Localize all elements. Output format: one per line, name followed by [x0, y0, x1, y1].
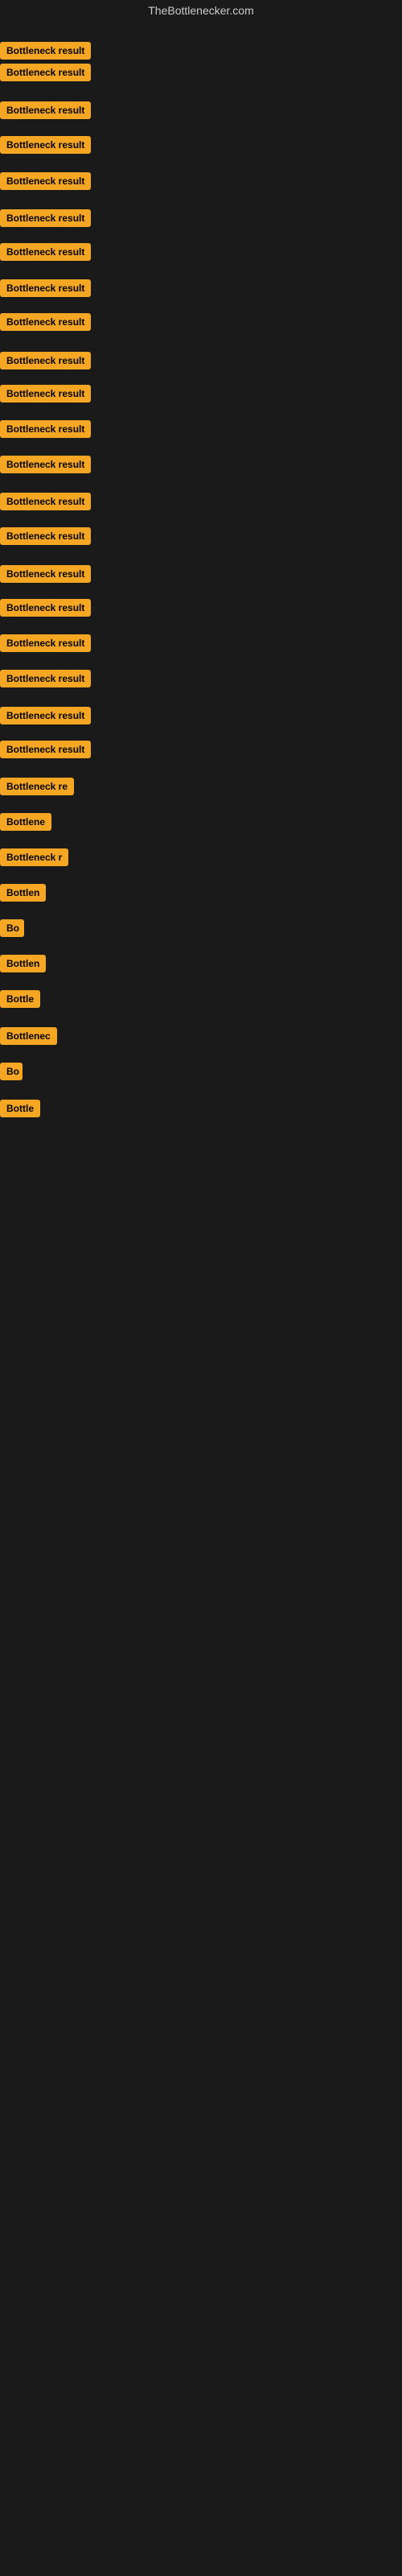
bottleneck-badge[interactable]: Bottleneck result: [0, 172, 91, 190]
result-row: Bottleneck result: [0, 209, 402, 231]
result-row: Bottleneck result: [0, 707, 402, 729]
result-row: Bottleneck result: [0, 243, 402, 265]
result-row: Bottleneck re: [0, 778, 402, 799]
site-title: TheBottlenecker.com: [148, 0, 254, 22]
bottleneck-badge[interactable]: Bottleneck result: [0, 385, 91, 402]
bottleneck-badge[interactable]: Bottleneck result: [0, 42, 91, 60]
bottleneck-badge[interactable]: Bottleneck result: [0, 670, 91, 687]
result-row: Bottle: [0, 1100, 402, 1121]
bottleneck-badge[interactable]: Bottleneck result: [0, 352, 91, 369]
bottleneck-badge[interactable]: Bottleneck result: [0, 243, 91, 261]
result-row: Bottleneck result: [0, 64, 402, 85]
bottleneck-badge[interactable]: Bottleneck result: [0, 493, 91, 510]
result-row: Bottleneck result: [0, 42, 402, 64]
result-row: Bo: [0, 919, 402, 941]
bottleneck-badge[interactable]: Bottleneck result: [0, 209, 91, 227]
bottleneck-badge[interactable]: Bottle: [0, 990, 40, 1008]
bottleneck-badge[interactable]: Bottleneck result: [0, 313, 91, 331]
bottleneck-badge[interactable]: Bottleneck re: [0, 778, 74, 795]
result-row: Bottleneck result: [0, 420, 402, 442]
bottleneck-badge[interactable]: Bottleneck result: [0, 456, 91, 473]
result-row: Bottlen: [0, 955, 402, 976]
result-row: Bottle: [0, 990, 402, 1012]
bottleneck-badge[interactable]: Bottlenec: [0, 1027, 57, 1045]
result-row: Bottleneck result: [0, 279, 402, 301]
result-row: Bottleneck result: [0, 385, 402, 407]
result-row: Bottleneck result: [0, 313, 402, 335]
bottleneck-badge[interactable]: Bottleneck result: [0, 599, 91, 617]
result-row: Bottleneck result: [0, 136, 402, 158]
bottleneck-badge[interactable]: Bottleneck result: [0, 707, 91, 724]
bottleneck-badge[interactable]: Bottleneck result: [0, 634, 91, 652]
bottleneck-badge[interactable]: Bottleneck result: [0, 565, 91, 583]
result-row: Bottleneck result: [0, 670, 402, 691]
bottleneck-badge[interactable]: Bottlene: [0, 813, 51, 831]
result-row: Bo: [0, 1063, 402, 1084]
site-title-container: TheBottlenecker.com: [0, 0, 402, 21]
result-row: Bottleneck result: [0, 493, 402, 514]
result-row: Bottleneck result: [0, 527, 402, 549]
bottleneck-badge[interactable]: Bottleneck result: [0, 101, 91, 119]
bottleneck-badge[interactable]: Bottleneck result: [0, 527, 91, 545]
result-row: Bottleneck result: [0, 741, 402, 762]
bottleneck-badge[interactable]: Bottleneck r: [0, 848, 68, 866]
bottleneck-badge[interactable]: Bottlen: [0, 955, 46, 972]
result-row: Bottlen: [0, 884, 402, 906]
result-row: Bottlenec: [0, 1027, 402, 1049]
bottleneck-badge[interactable]: Bottleneck result: [0, 741, 91, 758]
bottleneck-badge[interactable]: Bo: [0, 1063, 23, 1080]
result-row: Bottleneck result: [0, 599, 402, 621]
bottleneck-badge[interactable]: Bottleneck result: [0, 64, 91, 81]
result-row: Bottleneck result: [0, 456, 402, 477]
bottleneck-badge[interactable]: Bottleneck result: [0, 136, 91, 154]
bottleneck-badge[interactable]: Bottleneck result: [0, 420, 91, 438]
result-row: Bottlene: [0, 813, 402, 835]
result-row: Bottleneck result: [0, 565, 402, 587]
results-container: Bottleneck result Bottleneck result Bottle…: [0, 21, 402, 2573]
result-row: Bottleneck result: [0, 101, 402, 123]
result-row: Bottleneck result: [0, 172, 402, 194]
result-row: Bottleneck result: [0, 634, 402, 656]
bottleneck-badge[interactable]: Bottlen: [0, 884, 46, 902]
bottleneck-badge[interactable]: Bo: [0, 919, 24, 937]
bottleneck-badge[interactable]: Bottle: [0, 1100, 40, 1117]
result-row: Bottleneck result: [0, 352, 402, 374]
bottleneck-badge[interactable]: Bottleneck result: [0, 279, 91, 297]
result-row: Bottleneck r: [0, 848, 402, 870]
